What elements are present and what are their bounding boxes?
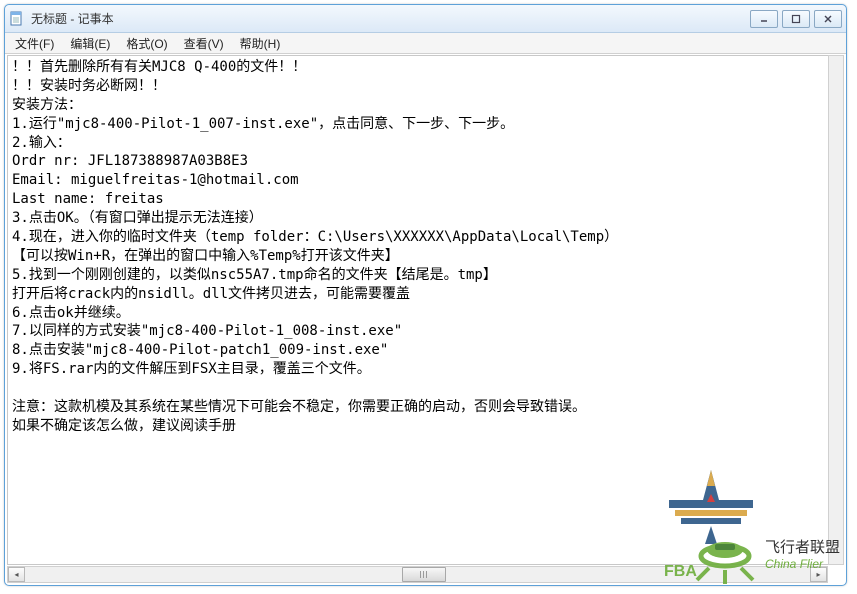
horizontal-scrollbar[interactable]: ◂ ▸ bbox=[7, 566, 828, 583]
vertical-scrollbar[interactable] bbox=[828, 55, 844, 565]
menu-view[interactable]: 查看(V) bbox=[176, 33, 232, 54]
minimize-button[interactable] bbox=[750, 10, 778, 28]
close-button[interactable] bbox=[814, 10, 842, 28]
menu-help[interactable]: 帮助(H) bbox=[232, 33, 289, 54]
titlebar[interactable]: 无标题 - 记事本 bbox=[5, 5, 846, 33]
scroll-track[interactable] bbox=[25, 567, 810, 582]
menu-format[interactable]: 格式(O) bbox=[118, 33, 175, 54]
menu-file[interactable]: 文件(F) bbox=[7, 33, 62, 54]
scroll-thumb[interactable] bbox=[402, 567, 446, 582]
text-area[interactable]: ！！首先删除所有有关MJC8 Q-400的文件！！ ！！安装时务必断网！！ 安装… bbox=[8, 56, 843, 564]
scroll-right-button[interactable]: ▸ bbox=[810, 567, 827, 582]
window-title: 无标题 - 记事本 bbox=[31, 10, 750, 27]
notepad-window: 无标题 - 记事本 文件(F) 编辑(E) 格式(O) 查看(V) 帮助(H) … bbox=[4, 4, 847, 586]
menubar: 文件(F) 编辑(E) 格式(O) 查看(V) 帮助(H) bbox=[5, 33, 846, 54]
maximize-button[interactable] bbox=[782, 10, 810, 28]
scroll-left-button[interactable]: ◂ bbox=[8, 567, 25, 582]
menu-edit[interactable]: 编辑(E) bbox=[62, 33, 118, 54]
window-controls bbox=[750, 10, 842, 28]
app-icon bbox=[9, 11, 25, 27]
text-area-wrap: ！！首先删除所有有关MJC8 Q-400的文件！！ ！！安装时务必断网！！ 安装… bbox=[7, 55, 844, 565]
